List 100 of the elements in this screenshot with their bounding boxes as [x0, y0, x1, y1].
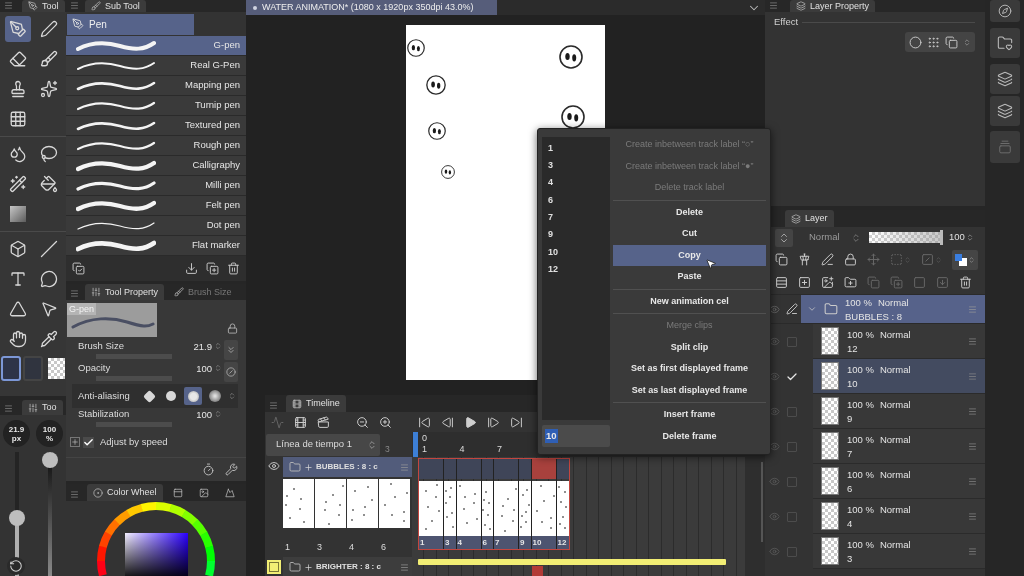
- layer-row[interactable]: 100 % Normal 4: [813, 499, 985, 534]
- brush-list-item[interactable]: Real G-Pen: [66, 56, 246, 76]
- panel-menu-icon[interactable]: [769, 1, 778, 10]
- panel-tab[interactable]: Tool Property: [85, 284, 165, 300]
- brush-list-item[interactable]: Textured pen: [66, 116, 246, 136]
- menu-item[interactable]: Set as last displayed frame: [613, 379, 766, 401]
- wrench-icon[interactable]: [225, 463, 238, 476]
- image-plus-icon[interactable]: [821, 276, 834, 289]
- tool-tab[interactable]: Tool: [22, 0, 65, 12]
- panel-menu-icon[interactable]: [269, 401, 278, 410]
- drag-handle-icon[interactable]: [968, 304, 977, 314]
- clip-bar[interactable]: [418, 559, 726, 565]
- checkbox[interactable]: [787, 441, 797, 452]
- plus-icon[interactable]: [304, 562, 313, 572]
- step-forward-icon[interactable]: [487, 415, 500, 429]
- square-plus-icon[interactable]: [798, 276, 811, 289]
- menu-item[interactable]: Paste: [613, 266, 766, 288]
- dots-grid-icon[interactable]: [927, 35, 940, 49]
- timer-icon[interactable]: [202, 463, 215, 476]
- checkbox[interactable]: [787, 546, 797, 557]
- plus-icon[interactable]: [304, 462, 313, 472]
- expand-icon[interactable]: [70, 437, 80, 447]
- pen-nib-icon[interactable]: [4, 16, 31, 42]
- frame-input[interactable]: 10: [542, 425, 610, 447]
- rotate-icon[interactable]: [7, 557, 25, 575]
- layer-color-button[interactable]: [952, 249, 978, 270]
- document-tab[interactable]: WATER ANIMATION* (1080 x 1920px 350dpi 43.0%): [246, 0, 497, 15]
- circle-slash-icon[interactable]: [224, 362, 238, 382]
- track-color-swatch[interactable]: [267, 560, 281, 574]
- trash-icon[interactable]: [959, 276, 972, 289]
- checkbox[interactable]: [787, 406, 797, 417]
- brush-list-item[interactable]: Dot pen: [66, 216, 246, 236]
- menu-item[interactable]: Delete: [613, 201, 766, 223]
- layer-row[interactable]: 100 % Normal 9: [813, 394, 985, 429]
- drag-handle-icon[interactable]: [968, 336, 977, 346]
- copy-check-icon[interactable]: [72, 262, 85, 275]
- zoom-out-icon[interactable]: [356, 415, 369, 429]
- menu-item[interactable]: Copy: [613, 244, 766, 266]
- tool-tab[interactable]: Too: [22, 400, 63, 415]
- layers-icon[interactable]: [989, 96, 1020, 126]
- clapperboard-icon[interactable]: [317, 415, 330, 429]
- up-down-arrows-icon[interactable]: [775, 228, 793, 247]
- lock-icon[interactable]: [227, 323, 238, 334]
- circle-icon[interactable]: [909, 35, 922, 49]
- folder-plus-icon[interactable]: [844, 276, 857, 289]
- panel-menu-icon[interactable]: [4, 1, 13, 10]
- rows-icon[interactable]: [775, 276, 788, 289]
- animation-clip[interactable]: 1 3 4 6 7 9 10 12: [418, 458, 570, 550]
- tower-icon[interactable]: [798, 253, 811, 266]
- frame-list-item[interactable]: 12: [542, 261, 610, 279]
- copy-icon[interactable]: [775, 253, 788, 266]
- pen-line-icon[interactable]: [786, 303, 798, 315]
- panel-menu-icon[interactable]: [70, 1, 79, 10]
- track-header[interactable]: BRIGHTER : 8 : c: [283, 557, 412, 576]
- blend-mode-select[interactable]: Normal: [799, 228, 863, 247]
- square-arrow-down-icon[interactable]: [936, 276, 949, 289]
- frame-list-item[interactable]: 6: [542, 191, 610, 210]
- menu-item[interactable]: Delete frame: [613, 425, 766, 447]
- color-square[interactable]: [125, 533, 188, 576]
- slider-thumb[interactable]: [41, 452, 58, 468]
- layer-row[interactable]: 100 % Normal 12: [813, 324, 985, 359]
- play-icon[interactable]: [464, 415, 477, 429]
- layer-row[interactable]: 100 % Normal 6: [813, 464, 985, 499]
- checkbox[interactable]: [83, 436, 94, 448]
- brush-list-item[interactable]: Felt pen: [66, 196, 246, 216]
- layer-row[interactable]: 100 % Normal 3: [813, 534, 985, 569]
- eye-icon[interactable]: [268, 460, 280, 472]
- cel-header[interactable]: [531, 459, 556, 479]
- layer-row[interactable]: 100 % Normal BUBBLES : 8: [801, 295, 985, 323]
- panel-menu-icon[interactable]: [70, 490, 79, 499]
- timeline-select[interactable]: Línea de tiempo 1: [266, 433, 380, 456]
- frame-list-item[interactable]: 10: [542, 243, 610, 262]
- drag-handle-icon[interactable]: [968, 441, 977, 451]
- stacked-layers-icon[interactable]: [989, 64, 1020, 94]
- color-panel-tab[interactable]: Color Wheel: [87, 484, 163, 501]
- skip-back-icon[interactable]: [418, 415, 431, 429]
- trash-icon[interactable]: [227, 262, 240, 275]
- menu-item[interactable]: Split clip: [613, 336, 766, 358]
- frame-list-item[interactable]: 7: [542, 209, 610, 227]
- move-icon[interactable]: [867, 253, 880, 266]
- brush-list-item[interactable]: Calligraphy: [66, 156, 246, 176]
- drag-handle-icon[interactable]: [968, 511, 977, 521]
- layer-row[interactable]: 100 % Normal 7: [813, 429, 985, 464]
- drag-handle-icon[interactable]: [968, 546, 977, 556]
- brush-list-item[interactable]: Mapping pen: [66, 76, 246, 96]
- checkbox[interactable]: [787, 336, 797, 347]
- layer-property-tab[interactable]: Layer Property: [790, 0, 876, 12]
- opacity-slider[interactable]: [869, 232, 943, 243]
- gallery-icon[interactable]: [989, 131, 1020, 163]
- sub-tool-tab[interactable]: Sub Tool: [85, 0, 146, 12]
- zoom-in-icon[interactable]: [379, 415, 392, 429]
- drag-handle-icon[interactable]: [968, 476, 977, 486]
- frame-list-item[interactable]: 9: [542, 226, 610, 244]
- lock-icon[interactable]: [844, 253, 857, 266]
- brush-list-item[interactable]: Turnip pen: [66, 96, 246, 116]
- brush-list-item[interactable]: Milli pen: [66, 176, 246, 196]
- opacity-thumb[interactable]: [940, 230, 943, 245]
- step-back-icon[interactable]: [441, 415, 454, 429]
- transparent-swatch[interactable]: [48, 357, 65, 379]
- compass-icon[interactable]: [989, 0, 1020, 22]
